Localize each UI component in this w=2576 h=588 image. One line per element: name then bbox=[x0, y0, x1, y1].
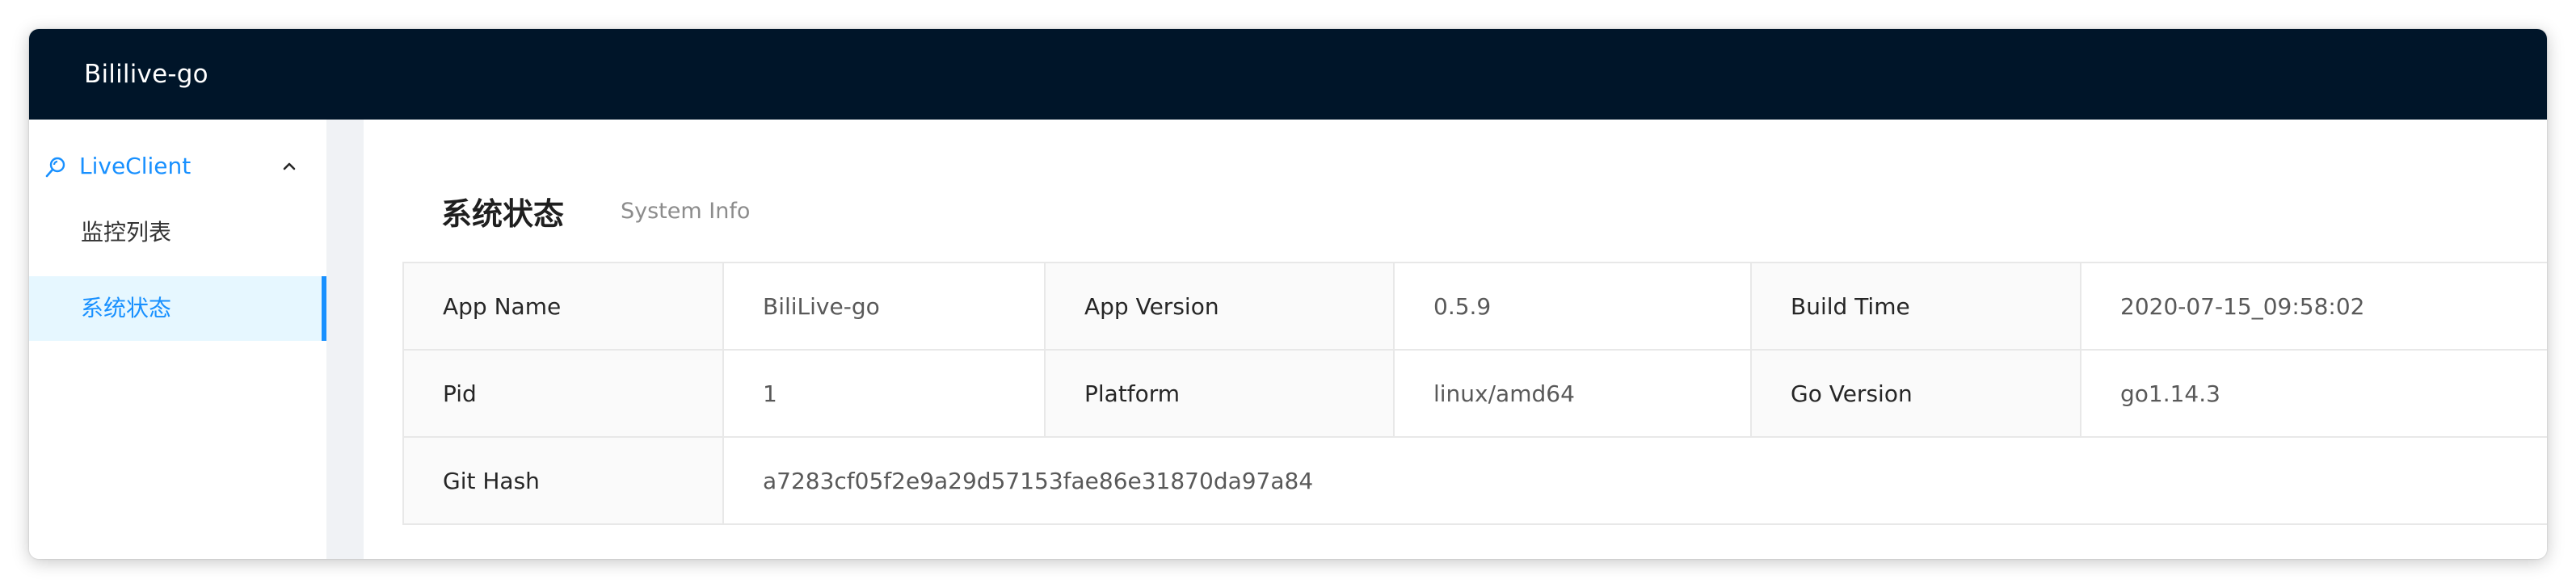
pid-value: 1 bbox=[722, 349, 1046, 438]
live-client-icon bbox=[45, 157, 65, 178]
app-name-value: BiliLive-go bbox=[722, 262, 1046, 351]
platform-label: Platform bbox=[1044, 349, 1395, 438]
build-time-value: 2020-07-15_09:58:02 bbox=[2080, 262, 2547, 351]
sidebar-group-liveclient[interactable]: LiveClient bbox=[29, 134, 326, 199]
app-version-label: App Version bbox=[1044, 262, 1395, 351]
page-title: 系统状态 bbox=[441, 196, 565, 232]
app-name-label: App Name bbox=[402, 262, 724, 351]
chevron-up-icon[interactable] bbox=[281, 158, 297, 174]
header: Bililive-go bbox=[29, 29, 2547, 120]
app-window: Bililive-go LiveClient 监控列表 系统状态 系统状态 Sy… bbox=[29, 29, 2547, 559]
main-content: 系统状态 System Info App Name BiliLive-go Ap… bbox=[364, 120, 2547, 559]
build-time-label: Build Time bbox=[1750, 262, 2081, 351]
page-subtitle: System Info bbox=[621, 199, 751, 224]
platform-value: linux/amd64 bbox=[1393, 349, 1752, 438]
sidebar-item-monitor-list[interactable]: 监控列表 bbox=[29, 200, 326, 265]
table-row: Pid 1 Platform linux/amd64 Go Version go… bbox=[402, 349, 2547, 438]
system-info-table: App Name BiliLive-go App Version 0.5.9 B… bbox=[402, 262, 2547, 525]
sidebar-item-system-status[interactable]: 系统状态 bbox=[29, 276, 326, 341]
git-hash-value: a7283cf05f2e9a29d57153fae86e31870da97a84 bbox=[722, 436, 2547, 525]
pid-label: Pid bbox=[402, 349, 724, 438]
go-version-value: go1.14.3 bbox=[2080, 349, 2547, 438]
sidebar-item-label: 监控列表 bbox=[81, 219, 172, 246]
sidebar-item-label: 系统状态 bbox=[81, 295, 172, 321]
go-version-label: Go Version bbox=[1750, 349, 2081, 438]
sidebar-group-label: LiveClient bbox=[79, 153, 192, 179]
table-row: Git Hash a7283cf05f2e9a29d57153fae86e318… bbox=[402, 436, 2547, 525]
app-version-value: 0.5.9 bbox=[1393, 262, 1752, 351]
sidebar: LiveClient 监控列表 系统状态 bbox=[29, 120, 326, 559]
app-title: Bililive-go bbox=[84, 60, 208, 89]
table-row: App Name BiliLive-go App Version 0.5.9 B… bbox=[402, 262, 2547, 351]
git-hash-label: Git Hash bbox=[402, 436, 724, 525]
